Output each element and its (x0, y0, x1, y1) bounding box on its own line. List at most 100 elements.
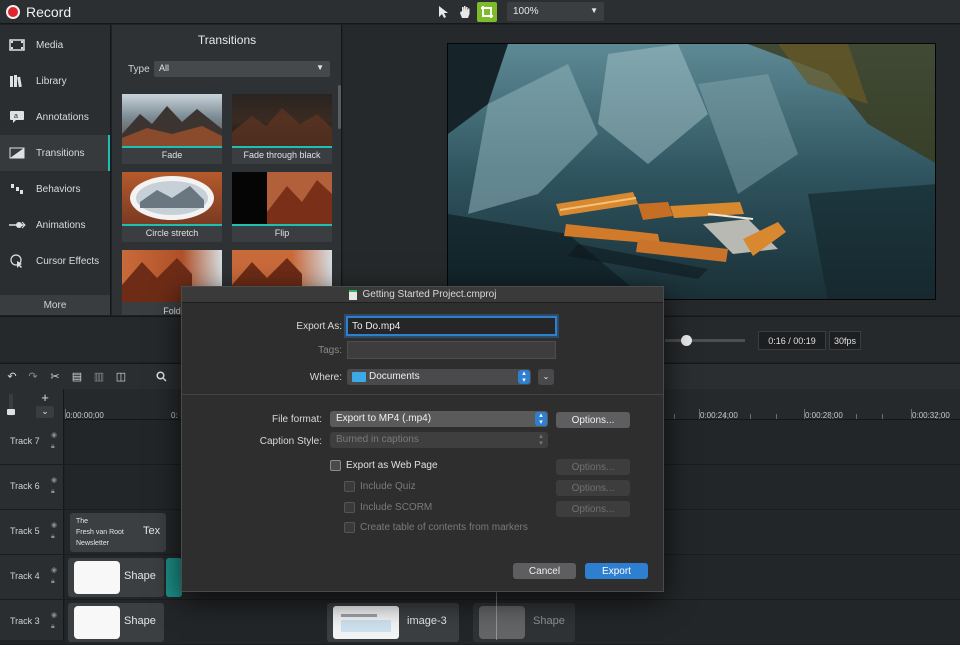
shape-thumbnail (74, 561, 120, 594)
panel-scrollbar[interactable] (338, 85, 341, 129)
track-visibility-icon[interactable]: ◉ 🔒︎ (51, 430, 57, 452)
split-icon[interactable]: ◫ (114, 369, 128, 383)
file-format-dropdown[interactable]: Export to MP4 (.mp4) ▴ ▾ (330, 411, 548, 427)
record-button[interactable]: Record (6, 2, 71, 22)
sidebar-item-label: Animations (36, 219, 86, 231)
track-visibility-icon[interactable]: ◉ 🔒︎ (51, 520, 57, 542)
caption-style-dropdown[interactable]: Burned in captions ▴ ▾ (330, 432, 548, 448)
type-label: Type (128, 64, 150, 75)
export-button[interactable]: Export (585, 563, 648, 579)
shape-thumbnail (479, 606, 525, 639)
checkbox-box (330, 460, 341, 471)
where-dropdown[interactable]: Documents ▴ ▾ (347, 369, 531, 385)
quiz-options-button[interactable]: Options... (556, 480, 630, 496)
sidebar-item-transitions[interactable]: Transitions (0, 135, 110, 171)
ruler-tick (750, 414, 751, 419)
image-clip[interactable]: image-3 (327, 603, 459, 642)
transition-thumb-flip[interactable]: Flip (232, 172, 332, 242)
cancel-button[interactable]: Cancel (513, 563, 576, 579)
expand-button[interactable]: ⌄ (538, 369, 554, 385)
track-visibility-icon[interactable]: ◉ 🔒︎ (51, 565, 57, 587)
checkbox-label: Include SCORM (360, 502, 433, 513)
text-clip[interactable]: The Fresh van Root Newsletter Tex (70, 513, 166, 552)
paste-icon[interactable]: ▥ (92, 369, 106, 383)
transition-thumb-fade-through-black[interactable]: Fade through black (232, 94, 332, 164)
arrow-tool-icon[interactable] (433, 2, 453, 22)
ruler-tick (724, 414, 725, 419)
timeline-zoom-control[interactable]: + ⌄ (6, 390, 60, 418)
export-as-value: To Do.mp4 (352, 321, 401, 332)
ruler-tick (830, 414, 831, 419)
format-options-button[interactable]: Options... (556, 412, 630, 428)
ruler-label: 0:00:00;00 (66, 411, 104, 420)
shape-clip[interactable]: Shape (68, 603, 164, 642)
ruler-tick (804, 409, 805, 419)
clip-name: image-3 (407, 615, 447, 627)
more-button[interactable]: More (0, 295, 110, 315)
include-scorm-checkbox[interactable]: Include SCORM (344, 502, 432, 513)
web-options-button[interactable]: Options... (556, 459, 630, 475)
stepper-icon: ▴ ▾ (535, 412, 547, 426)
audio-clip[interactable] (166, 558, 182, 597)
sidebar-item-label: Transitions (36, 147, 85, 159)
copy-icon[interactable]: ▤ (70, 369, 84, 383)
sidebar-item-media[interactable]: Media (0, 27, 110, 63)
sidebar-item-behaviors[interactable]: Behaviors (0, 171, 110, 207)
track-visibility-icon[interactable]: ◉ 🔒︎ (51, 475, 57, 497)
chevron-down-icon[interactable]: ⌄ (36, 406, 54, 418)
thumbnail-image (122, 94, 222, 146)
scrubber-knob[interactable] (681, 335, 692, 346)
ruler-label: 0:00:24;00 (700, 411, 738, 420)
checkbox-box (344, 502, 355, 513)
scorm-options-button[interactable]: Options... (556, 501, 630, 517)
chevron-down-icon: ▼ (316, 63, 324, 72)
undo-icon[interactable]: ↶ (5, 369, 19, 383)
sidebar-item-annotations[interactable]: a Annotations (0, 99, 110, 135)
sidebar-item-animations[interactable]: Animations (0, 207, 110, 243)
sidebar-item-library[interactable]: Library (0, 63, 110, 99)
thumbnail-image (232, 172, 332, 224)
checkbox-label: Export as Web Page (346, 460, 438, 471)
toc-checkbox[interactable]: Create table of contents from markers (344, 522, 528, 533)
ruler-label: 0:00:28;00 (805, 411, 843, 420)
transition-thumb-circle-stretch[interactable]: Circle stretch (122, 172, 222, 242)
shape-thumbnail (74, 606, 120, 639)
zoom-in-icon[interactable]: + (36, 390, 54, 405)
file-format-label: File format: (271, 414, 322, 425)
tags-input[interactable] (347, 341, 556, 359)
ruler-tick (699, 409, 700, 419)
ruler-tick (856, 414, 857, 419)
crop-tool-icon[interactable] (477, 2, 497, 22)
track-name: Track 7 (10, 436, 40, 446)
transition-icon (8, 146, 26, 160)
video-preview[interactable] (447, 43, 936, 300)
redo-icon[interactable]: ↷ (26, 369, 40, 383)
sidebar-item-cursor-effects[interactable]: Cursor Effects (0, 243, 110, 279)
include-quiz-checkbox[interactable]: Include Quiz (344, 481, 416, 492)
transition-thumb-fade[interactable]: Fade (122, 94, 222, 164)
clip-text-line: Fresh van Root (76, 529, 124, 536)
zoom-dropdown[interactable]: 100% ▼ (507, 2, 604, 21)
clip-name: Shape (124, 570, 156, 582)
tools-sidebar: Media Library a Annotations Transitions … (0, 25, 111, 315)
svg-text:a: a (14, 113, 18, 120)
shape-clip[interactable]: Shape (473, 603, 575, 642)
zoom-slider-knob[interactable] (7, 409, 15, 415)
cut-icon[interactable]: ✂ (48, 369, 62, 383)
film-icon (8, 38, 26, 52)
sidebar-item-label: Behaviors (36, 183, 81, 195)
file-format-value: Export to MP4 (.mp4) (336, 413, 432, 424)
track-visibility-icon[interactable]: ◉ 🔒︎ (51, 610, 57, 632)
track-lane[interactable]: Shape image-3 Shape (65, 600, 960, 644)
export-as-label: Export As: (296, 321, 342, 332)
export-web-page-checkbox[interactable]: Export as Web Page (330, 460, 438, 471)
thumb-label: Flip (274, 228, 290, 238)
search-icon[interactable] (154, 369, 168, 383)
export-dialog: Getting Started Project.cmproj Export As… (181, 286, 664, 592)
shape-clip[interactable]: Shape (68, 558, 164, 597)
type-dropdown[interactable]: All ▼ (154, 61, 330, 77)
export-as-input[interactable]: To Do.mp4 (346, 316, 557, 336)
checkbox-label: Create table of contents from markers (360, 522, 528, 533)
scrubber-track[interactable] (665, 339, 745, 342)
pan-hand-icon[interactable] (455, 2, 475, 22)
